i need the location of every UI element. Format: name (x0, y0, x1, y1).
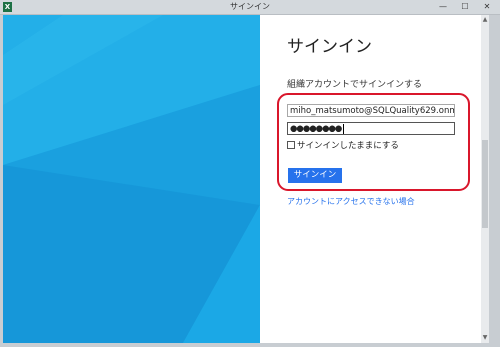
dialog-frame: サインイン 組織アカウントでサインインする miho_matsumoto@SQL… (3, 15, 497, 343)
minimize-icon[interactable]: — (436, 2, 450, 12)
remember-me-checkbox[interactable] (287, 141, 295, 149)
email-field[interactable]: miho_matsumoto@SQLQuality629.onmicros (287, 104, 455, 117)
text-caret (343, 123, 345, 134)
password-mask: ●●●●●●●● (290, 124, 342, 134)
scroll-thumb[interactable] (482, 140, 488, 228)
close-icon[interactable]: ✕ (480, 2, 494, 12)
background-shapes-graphic (3, 15, 260, 343)
scrollbar[interactable]: ▲ ▼ (481, 15, 489, 343)
maximize-icon[interactable]: ☐ (458, 2, 472, 12)
window-controls: — ☐ ✕ (436, 2, 494, 12)
email-value: miho_matsumoto@SQLQuality629.onmicros (290, 106, 455, 116)
signin-subheading: 組織アカウントでサインインする (287, 80, 423, 90)
signin-button[interactable]: サインイン (288, 168, 342, 183)
signin-panel: サインイン 組織アカウントでサインインする miho_matsumoto@SQL… (260, 15, 489, 343)
remember-me-checkbox-row[interactable]: サインインしたままにする (287, 139, 399, 151)
window-title: サインイン (230, 2, 270, 11)
decorative-background-panel (3, 15, 260, 343)
title-bar: X サインイン — ☐ ✕ (0, 0, 500, 15)
password-field[interactable]: ●●●●●●●● (287, 122, 455, 135)
scroll-up-icon[interactable]: ▲ (481, 15, 489, 25)
page-title: サインイン (287, 37, 372, 57)
remember-me-label: サインインしたままにする (297, 141, 399, 151)
scroll-down-icon[interactable]: ▼ (481, 333, 489, 343)
cant-access-account-link[interactable]: アカウントにアクセスできない場合 (287, 196, 415, 207)
